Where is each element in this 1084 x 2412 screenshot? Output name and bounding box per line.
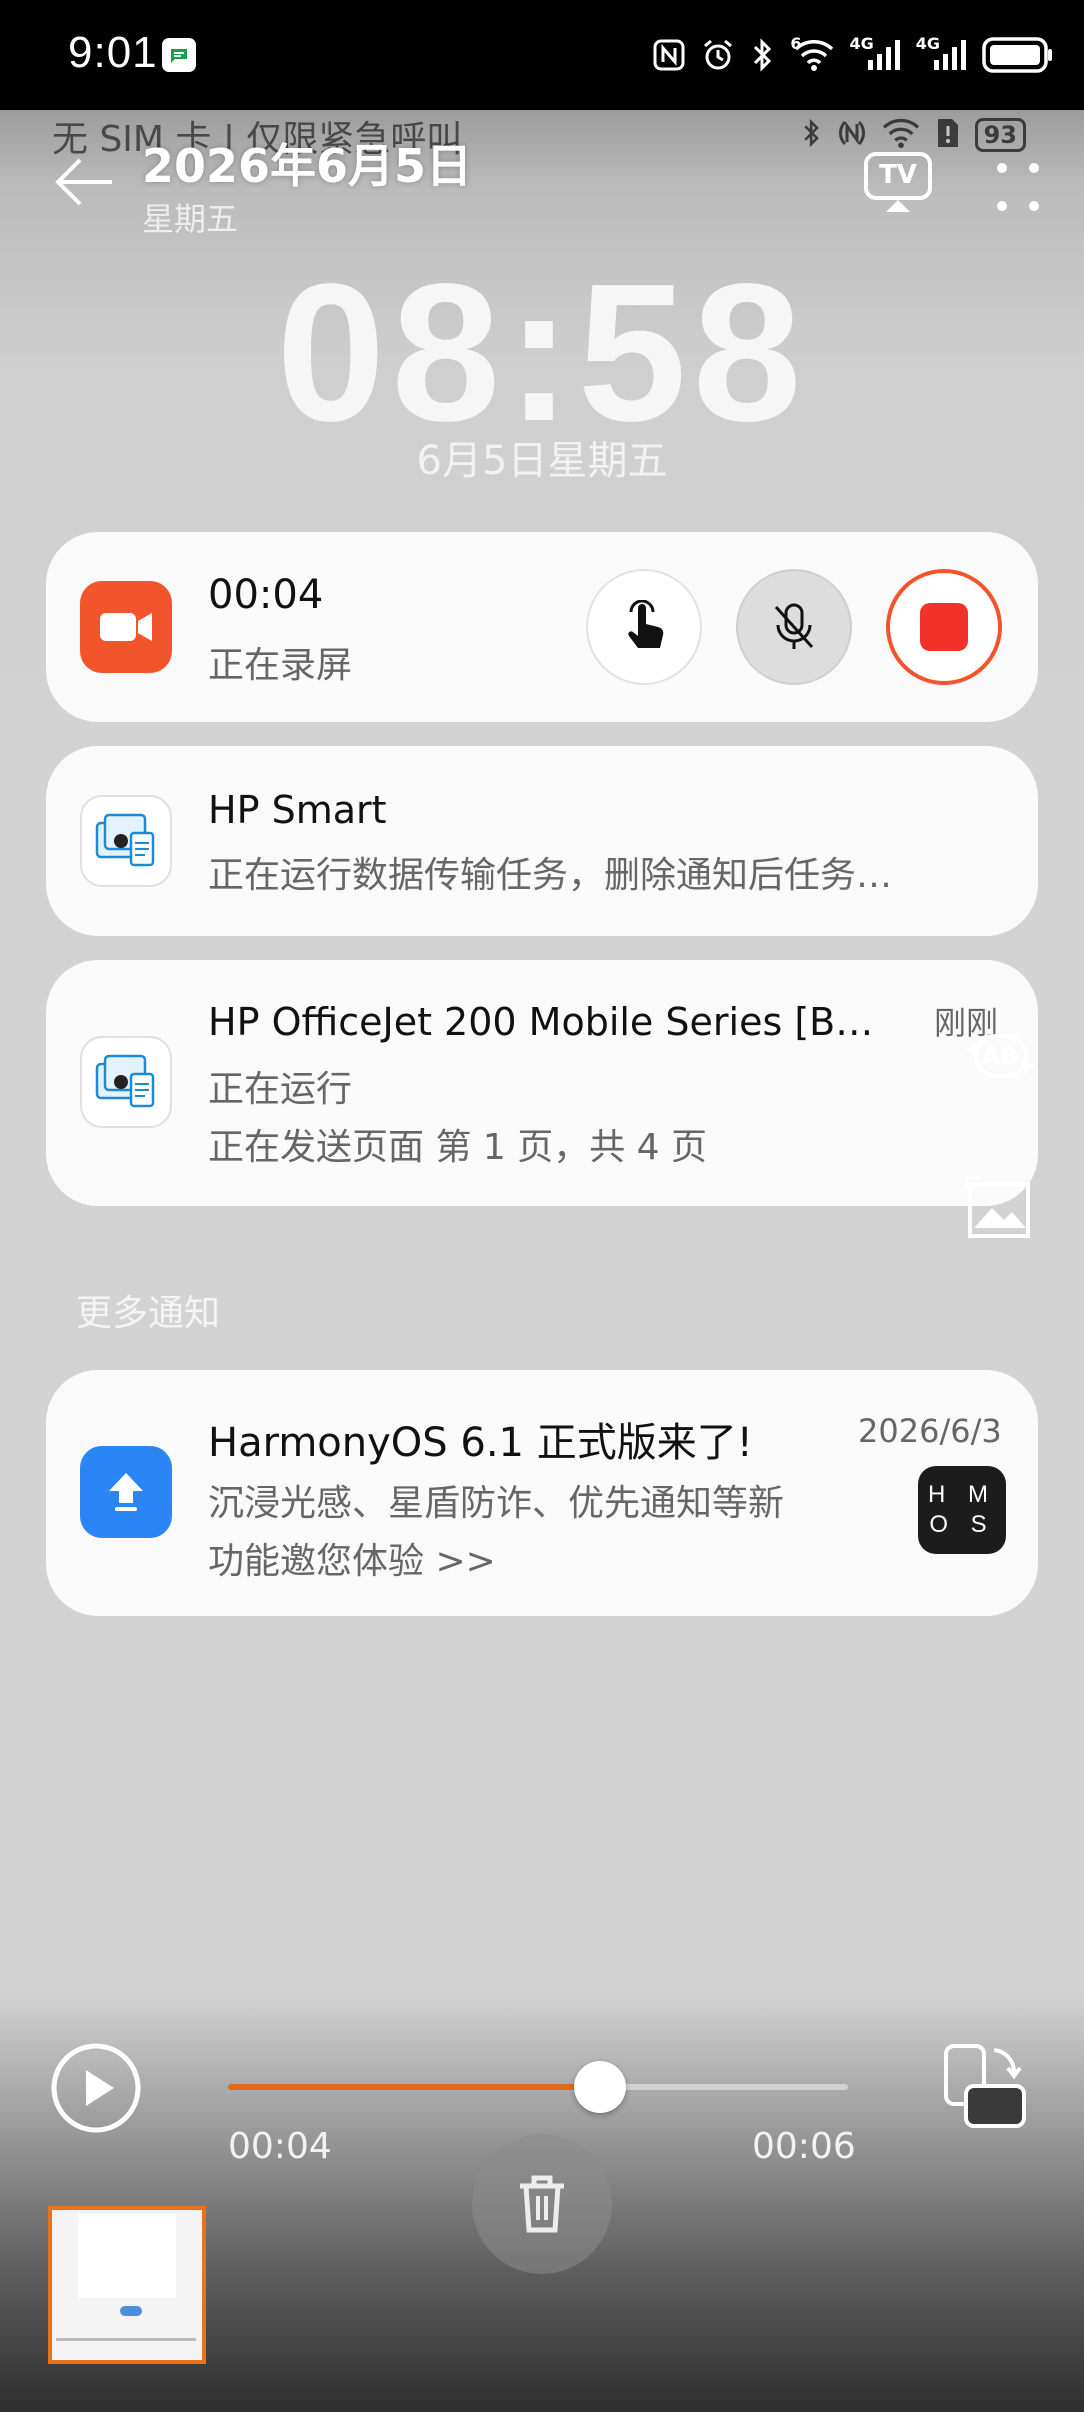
- current-time: 00:04: [228, 2126, 332, 2167]
- stop-record-button[interactable]: [886, 569, 1002, 685]
- sms-app-icon: [162, 38, 196, 72]
- badge-top-text: H M: [928, 1481, 996, 1508]
- harmonyos-badge: H M O S: [918, 1466, 1006, 1554]
- wifi-icon: 6: [790, 34, 835, 72]
- rotate-screen-button[interactable]: [940, 2042, 1030, 2138]
- harmonyos-body-line1: 沉浸光感、星盾防诈、优先通知等新: [208, 1483, 785, 1524]
- harmonyos-date: 2026/6/3: [858, 1412, 1002, 1450]
- hp-officejet-title: HP OfficeJet 200 Mobile Series [B…: [208, 1000, 874, 1044]
- seek-bar-handle[interactable]: [574, 2061, 626, 2113]
- play-icon: [51, 2043, 141, 2133]
- mute-mic-button[interactable]: [736, 569, 852, 685]
- hp-smart-app-icon: [80, 795, 172, 887]
- total-time: 00:06: [752, 2126, 856, 2167]
- back-button[interactable]: [52, 150, 116, 214]
- hp-smart-title: HP Smart: [208, 788, 387, 832]
- record-status-label: 正在录屏: [208, 645, 353, 686]
- play-button[interactable]: [50, 2042, 142, 2134]
- translate-button[interactable]: AB: [962, 1030, 1038, 1086]
- net-type-label: 4G: [849, 33, 874, 53]
- back-arrow-icon: [55, 158, 112, 206]
- mic-off-icon: [774, 603, 814, 649]
- media-date-title: 2026年6月5日: [142, 139, 473, 193]
- delete-button[interactable]: [472, 2134, 612, 2274]
- translate-label: AB: [981, 1042, 1019, 1070]
- tap-hand-icon: [628, 600, 664, 648]
- lockscreen-date: 6月5日星期五: [416, 438, 668, 484]
- hp-smart-notification[interactable]: HP Smart 正在运行数据传输任务，删除通知后任务…: [46, 746, 1038, 936]
- battery-icon: [982, 36, 1054, 74]
- bluetooth-icon: [750, 37, 776, 73]
- wifi-standard-label: 6: [790, 33, 802, 53]
- viewer-title-bar: 2026年6月5日 星期五 TV: [0, 110, 1084, 270]
- hp-smart-body: 正在运行数据传输任务，删除通知后任务…: [208, 855, 893, 896]
- thumb-content: [78, 2214, 176, 2298]
- signal-4g-2-icon: 4G: [916, 34, 968, 72]
- screen-record-app-icon: [80, 581, 172, 673]
- hp-officejet-status: 正在运行: [208, 1069, 353, 1110]
- media-thumbnail[interactable]: [48, 2206, 206, 2364]
- signal-4g-1-icon: 4G: [849, 34, 901, 72]
- alarm-icon: [700, 37, 736, 73]
- system-status-bar: 9:01 6 4G 4G: [0, 0, 1084, 110]
- record-elapsed-time: 00:04: [208, 572, 324, 618]
- touch-indicator-button[interactable]: [586, 569, 702, 685]
- net-type-label: 4G: [915, 33, 940, 53]
- badge-bottom-text: O S: [929, 1511, 995, 1538]
- image-extract-button[interactable]: [964, 1174, 1034, 1244]
- seek-bar-progress: [228, 2084, 600, 2090]
- harmonyos-update-notification[interactable]: HarmonyOS 6.1 正式版来了! 2026/6/3 沉浸光感、星盾防诈、…: [46, 1370, 1038, 1616]
- screen-record-card[interactable]: 00:04 正在录屏: [46, 532, 1038, 722]
- more-dots-icon: [997, 163, 1039, 211]
- image-icon: [966, 1176, 1030, 1238]
- trash-icon: [520, 2175, 564, 2233]
- harmonyos-body-line2: 功能邀您体验 >>: [208, 1541, 496, 1582]
- stop-icon: [920, 603, 968, 651]
- thumb-line: [56, 2338, 196, 2341]
- tv-label: TV: [879, 160, 917, 190]
- thumb-mark: [120, 2306, 142, 2316]
- status-time: 9:01: [68, 28, 158, 77]
- nfc-icon: [652, 38, 686, 72]
- more-notifications-label: 更多通知: [76, 1293, 221, 1334]
- hp-smart-app-icon: [80, 1036, 172, 1128]
- video-viewer[interactable]: 无 SIM 卡 | 仅限紧急呼叫 93 08:58 6月5日星期五 00:04 …: [0, 110, 1084, 2412]
- rotate-icon: [944, 2044, 1026, 2128]
- harmonyos-title: HarmonyOS 6.1 正式版来了!: [208, 1420, 753, 1466]
- hp-officejet-notification[interactable]: HP OfficeJet 200 Mobile Series [B… 刚刚 正在…: [46, 960, 1038, 1206]
- seek-bar[interactable]: [228, 2061, 848, 2113]
- media-weekday: 星期五: [142, 200, 239, 238]
- more-options-button[interactable]: [992, 158, 1044, 218]
- cast-to-tv-button[interactable]: TV: [862, 150, 936, 216]
- hp-officejet-progress: 正在发送页面 第 1 页，共 4 页: [208, 1127, 708, 1168]
- system-update-app-icon: [80, 1446, 172, 1538]
